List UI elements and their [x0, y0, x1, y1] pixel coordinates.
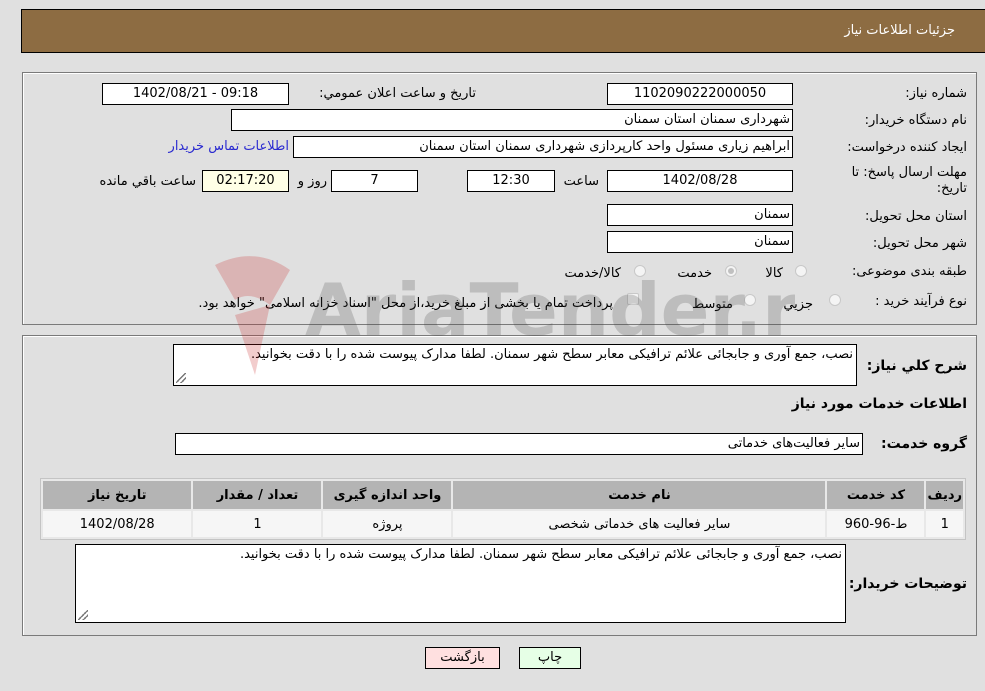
cell-service-code: ط-96-960 [827, 511, 925, 537]
cell-unit: پروژه [323, 511, 452, 537]
page-header: جزئیات اطلاعات نیاز [21, 9, 985, 53]
remaining-time-field: 02:17:20 [202, 170, 289, 192]
announce-datetime-label: تاریخ و ساعت اعلان عمومي: [319, 86, 476, 101]
summary-label: شرح کلي نياز: [866, 358, 967, 374]
category-option-service: خدمت [677, 266, 712, 281]
cell-quantity: 1 [193, 511, 322, 537]
announce-datetime-field: 1402/08/21 - 09:18 [102, 83, 289, 105]
buyer-contact-link[interactable]: اطلاعات تماس خریدار [169, 139, 289, 154]
process-type-label: نوع فرآیند خرید : [875, 294, 967, 309]
buyer-notes-text: نصب، جمع آوری و جابجائی علائم ترافیکی مع… [239, 547, 842, 562]
category-label: طبقه بندی موضوعی: [851, 264, 967, 279]
column-header-quantity: تعداد / مقدار [193, 481, 322, 509]
column-header-service-name: نام خدمت [453, 481, 826, 509]
treasury-payment-checkbox[interactable] [627, 293, 639, 305]
remaining-time-label: ساعت باقي مانده [99, 174, 196, 189]
table-row: 1 ط-96-960 سایر فعالیت های خدماتی شخصی پ… [43, 511, 963, 537]
column-header-need-date: تاريخ نياز [43, 481, 192, 509]
service-group-label: گروه خدمت: [881, 436, 967, 452]
deadline-time-label: ساعت [563, 174, 599, 189]
creator-label: ایجاد کننده درخواست: [847, 140, 967, 155]
category-radio-goods-service[interactable] [634, 265, 646, 277]
buyer-notes-textarea[interactable]: نصب، جمع آوری و جابجائی علائم ترافیکی مع… [75, 544, 846, 623]
buyer-org-field: شهرداری سمنان استان سمنان [231, 109, 793, 131]
creator-field: ابراهیم زیاری مسئول واحد کارپردازی شهردا… [293, 136, 793, 158]
city-field: سمنان [607, 231, 793, 253]
cell-need-date: 1402/08/28 [43, 511, 192, 537]
deadline-date-field: 1402/08/28 [607, 170, 793, 192]
page-title: جزئیات اطلاعات نیاز [844, 23, 955, 38]
need-number-field: 1102090222000050 [607, 83, 793, 105]
table-header-row: رديف کد خدمت نام خدمت واحد اندازه گيری ت… [43, 481, 963, 509]
summary-textarea[interactable]: نصب، جمع آوری و جابجائی علائم ترافیکی مع… [173, 344, 857, 386]
category-radio-goods[interactable] [795, 265, 807, 277]
column-header-service-code: کد خدمت [827, 481, 925, 509]
process-option-medium: متوسط [692, 297, 733, 312]
process-option-minor: جزيي [783, 297, 813, 312]
deadline-time-field: 12:30 [467, 170, 555, 192]
category-option-goods-service: کالا/خدمت [564, 266, 621, 281]
need-number-label: شماره نیاز: [905, 86, 967, 101]
cell-row-number: 1 [926, 511, 963, 537]
column-header-unit: واحد اندازه گيری [323, 481, 452, 509]
deadline-label: مهلت ارسال پاسخ: تا تاریخ: [851, 165, 967, 196]
back-button[interactable]: بازگشت [425, 647, 500, 669]
buyer-org-label: نام دستگاه خريدار: [864, 113, 967, 128]
remaining-days-field: 7 [331, 170, 418, 192]
province-field: سمنان [607, 204, 793, 226]
category-option-goods: کالا [765, 266, 783, 281]
days-label: روز و [297, 174, 327, 189]
treasury-payment-note: پرداخت تمام يا بخشی از مبلغ خرید،از محل … [198, 296, 613, 311]
print-button[interactable]: چاپ [519, 647, 581, 669]
buyer-notes-label: توضيحات خريدار: [848, 576, 967, 592]
services-section-title: اطلاعات خدمات مورد نياز [791, 396, 967, 412]
resize-grip-icon[interactable] [176, 373, 186, 383]
service-group-field: سایر فعالیت‌های خدماتی [175, 433, 863, 455]
column-header-row-number: رديف [926, 481, 963, 509]
process-radio-minor[interactable] [829, 294, 841, 306]
category-radio-service[interactable] [725, 265, 737, 277]
services-table: رديف کد خدمت نام خدمت واحد اندازه گيری ت… [40, 478, 966, 540]
province-label: استان محل تحویل: [865, 209, 967, 224]
summary-text: نصب، جمع آوری و جابجائی علائم ترافیکی مع… [250, 347, 853, 362]
city-label: شهر محل تحویل: [872, 236, 967, 251]
cell-service-name: سایر فعالیت های خدماتی شخصی [453, 511, 826, 537]
process-radio-medium[interactable] [744, 294, 756, 306]
resize-grip-icon[interactable] [78, 610, 88, 620]
